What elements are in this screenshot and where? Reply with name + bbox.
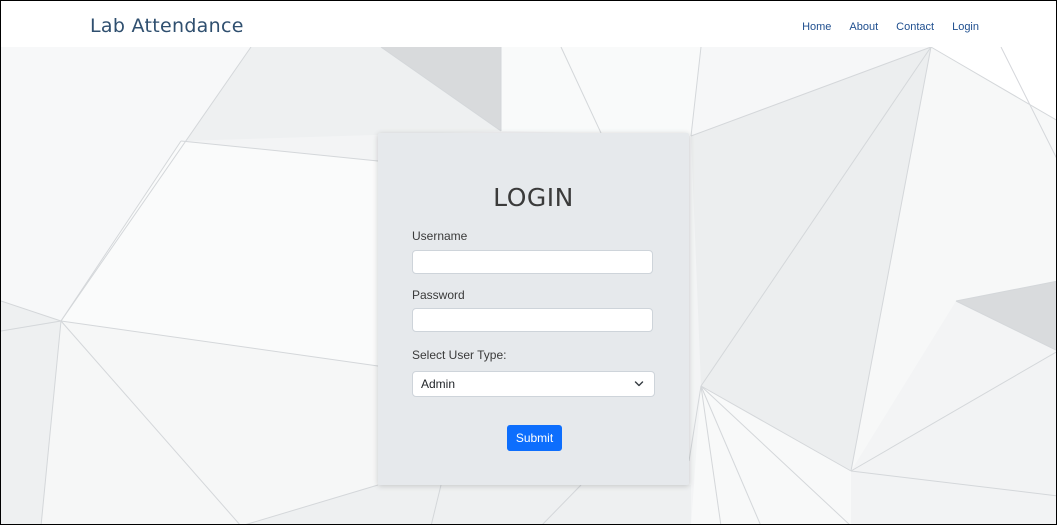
nav-link-login[interactable]: Login	[952, 21, 979, 33]
login-title: LOGIN	[493, 183, 574, 212]
browser-viewport: Lab Attendance Home About Contact Login …	[0, 0, 1057, 525]
user-type-selected-value: Admin	[421, 377, 456, 391]
password-input[interactable]	[412, 308, 653, 332]
nav-links: Home About Contact Login	[784, 21, 979, 33]
username-label: Username	[412, 229, 468, 243]
nav-link-home[interactable]: Home	[802, 21, 831, 33]
top-navbar: Lab Attendance Home About Contact Login	[1, 1, 1056, 47]
nav-link-about[interactable]: About	[849, 21, 878, 33]
brand-title[interactable]: Lab Attendance	[90, 15, 244, 37]
nav-link-contact[interactable]: Contact	[896, 21, 934, 33]
username-input[interactable]	[412, 250, 653, 274]
user-type-label: Select User Type:	[412, 348, 507, 362]
user-type-select[interactable]: Admin	[412, 371, 655, 397]
login-card: LOGIN Username Password Select User Type…	[378, 133, 689, 485]
submit-button[interactable]: Submit	[507, 425, 562, 451]
chevron-down-icon	[634, 381, 644, 387]
password-label: Password	[412, 288, 465, 302]
